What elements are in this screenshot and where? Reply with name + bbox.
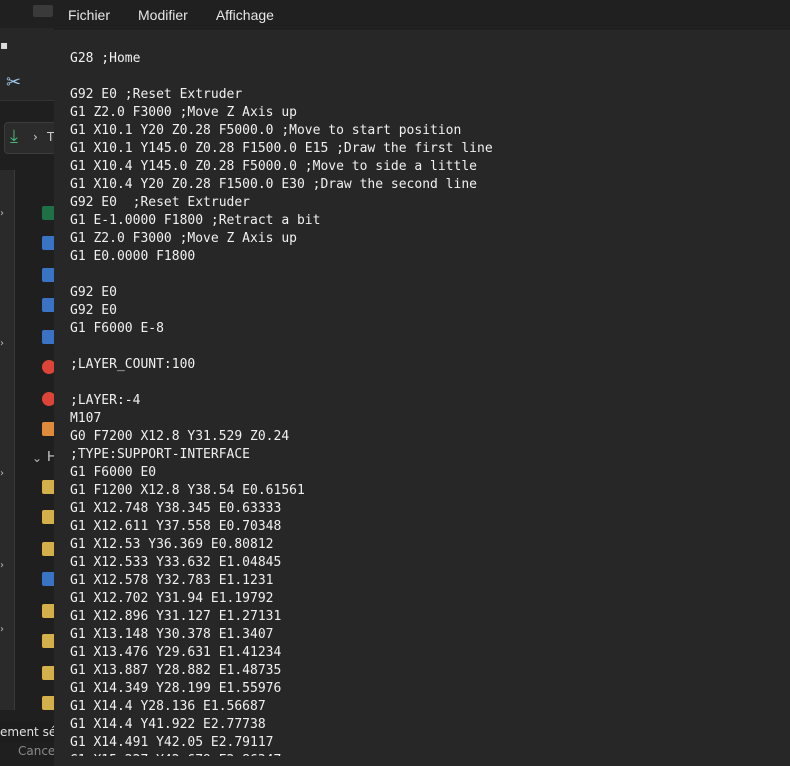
code-line[interactable]: G1 X14.349 Y28.199 E1.55976 bbox=[70, 680, 493, 698]
scissors-icon[interactable]: ✂ bbox=[6, 72, 21, 93]
code-line[interactable]: G1 X14.4 Y41.922 E2.77738 bbox=[70, 716, 493, 734]
code-line[interactable]: G1 X14.4 Y28.136 E1.56687 bbox=[70, 698, 493, 716]
code-line[interactable]: G1 E0.0000 F1800 bbox=[70, 248, 493, 266]
cancel-button[interactable]: Cance bbox=[18, 744, 55, 758]
menu-bar: Fichier Modifier Affichage bbox=[54, 0, 790, 30]
code-line[interactable]: G1 F6000 E-8 bbox=[70, 320, 493, 338]
code-line[interactable]: G1 X12.702 Y31.94 E1.19792 bbox=[70, 590, 493, 608]
code-line[interactable]: G1 X12.611 Y37.558 E0.70348 bbox=[70, 518, 493, 536]
code-line[interactable]: G1 X10.4 Y145.0 Z0.28 F5000.0 ;Move to s… bbox=[70, 158, 493, 176]
code-line[interactable]: G1 F1200 X12.8 Y38.54 E0.61561 bbox=[70, 482, 493, 500]
gcode-text[interactable]: G28 ;Home G92 E0 ;Reset Extruder G1 Z2.0 F… bbox=[70, 50, 493, 766]
code-line[interactable]: G92 E0 bbox=[70, 284, 493, 302]
code-line[interactable]: G1 X13.476 Y29.631 E1.41234 bbox=[70, 644, 493, 662]
code-line[interactable]: G1 X10.4 Y20 Z0.28 F1500.0 E30 ;Draw the… bbox=[70, 176, 493, 194]
code-line[interactable]: G1 X10.1 Y145.0 Z0.28 F1500.0 E15 ;Draw … bbox=[70, 140, 493, 158]
status-text: ement sélec bbox=[0, 722, 60, 742]
code-line[interactable]: G92 E0 ;Reset Extruder bbox=[70, 194, 493, 212]
code-line[interactable]: G1 Z2.0 F3000 ;Move Z Axis up bbox=[70, 104, 493, 122]
code-line[interactable] bbox=[70, 266, 493, 284]
code-line[interactable] bbox=[70, 68, 493, 86]
code-line[interactable]: G28 ;Home bbox=[70, 50, 493, 68]
code-line[interactable]: G1 X13.887 Y28.882 E1.48735 bbox=[70, 662, 493, 680]
code-line[interactable] bbox=[70, 374, 493, 392]
breadcrumb-separator: › bbox=[33, 130, 38, 144]
code-line[interactable]: G1 X12.578 Y32.783 E1.1231 bbox=[70, 572, 493, 590]
file-explorer-window: ▪ ✂ ⤓ › T › › › › › ⌄ H ement sélec Canc… bbox=[0, 0, 60, 766]
nav-item-icon[interactable]: › bbox=[0, 560, 4, 571]
code-line[interactable]: G92 E0 bbox=[70, 302, 493, 320]
code-line[interactable]: ;TYPE:SUPPORT-INTERFACE bbox=[70, 446, 493, 464]
code-line[interactable]: G1 X10.1 Y20 Z0.28 F5000.0 ;Move to star… bbox=[70, 122, 493, 140]
code-line[interactable]: G1 X14.491 Y42.05 E2.79117 bbox=[70, 734, 493, 752]
nav-item-icon[interactable]: › bbox=[0, 208, 4, 219]
notepad-window: Fichier Modifier Affichage G28 ;Home G92 … bbox=[54, 0, 790, 766]
code-line[interactable]: G1 F6000 E0 bbox=[70, 464, 493, 482]
code-line[interactable]: G1 Z2.0 F3000 ;Move Z Axis up bbox=[70, 230, 493, 248]
horizontal-scrollbar[interactable] bbox=[54, 756, 790, 766]
code-line[interactable]: G0 F7200 X12.8 Y31.529 Z0.24 bbox=[70, 428, 493, 446]
code-line[interactable]: G1 X12.748 Y38.345 E0.63333 bbox=[70, 500, 493, 518]
code-line[interactable] bbox=[70, 338, 493, 356]
code-line[interactable]: ;LAYER_COUNT:100 bbox=[70, 356, 493, 374]
nav-item-icon[interactable]: › bbox=[0, 338, 4, 349]
code-line[interactable]: ;LAYER:-4 bbox=[70, 392, 493, 410]
nav-item-icon[interactable]: › bbox=[0, 468, 4, 479]
code-line[interactable]: G1 E-1.0000 F1800 ;Retract a bit bbox=[70, 212, 493, 230]
explorer-title-button[interactable] bbox=[33, 5, 53, 17]
code-line[interactable]: G1 X12.896 Y31.127 E1.27131 bbox=[70, 608, 493, 626]
code-line[interactable]: M107 bbox=[70, 410, 493, 428]
code-line[interactable]: G1 X12.533 Y33.632 E1.04845 bbox=[70, 554, 493, 572]
menu-file[interactable]: Fichier bbox=[54, 0, 124, 30]
chevron-down-icon[interactable]: ⌄ bbox=[32, 451, 42, 465]
nav-item-icon[interactable]: › bbox=[0, 624, 4, 635]
code-line[interactable]: G92 E0 ;Reset Extruder bbox=[70, 86, 493, 104]
menu-edit[interactable]: Modifier bbox=[124, 0, 202, 30]
text-editor-area[interactable]: G28 ;Home G92 E0 ;Reset Extruder G1 Z2.0 F… bbox=[54, 30, 790, 766]
code-line[interactable]: G1 X12.53 Y36.369 E0.80812 bbox=[70, 536, 493, 554]
ribbon-overflow-icon[interactable]: ▪ bbox=[0, 38, 8, 52]
download-icon: ⤓ bbox=[10, 126, 18, 147]
menu-view[interactable]: Affichage bbox=[202, 0, 288, 30]
code-line[interactable]: G1 X13.148 Y30.378 E1.3407 bbox=[70, 626, 493, 644]
